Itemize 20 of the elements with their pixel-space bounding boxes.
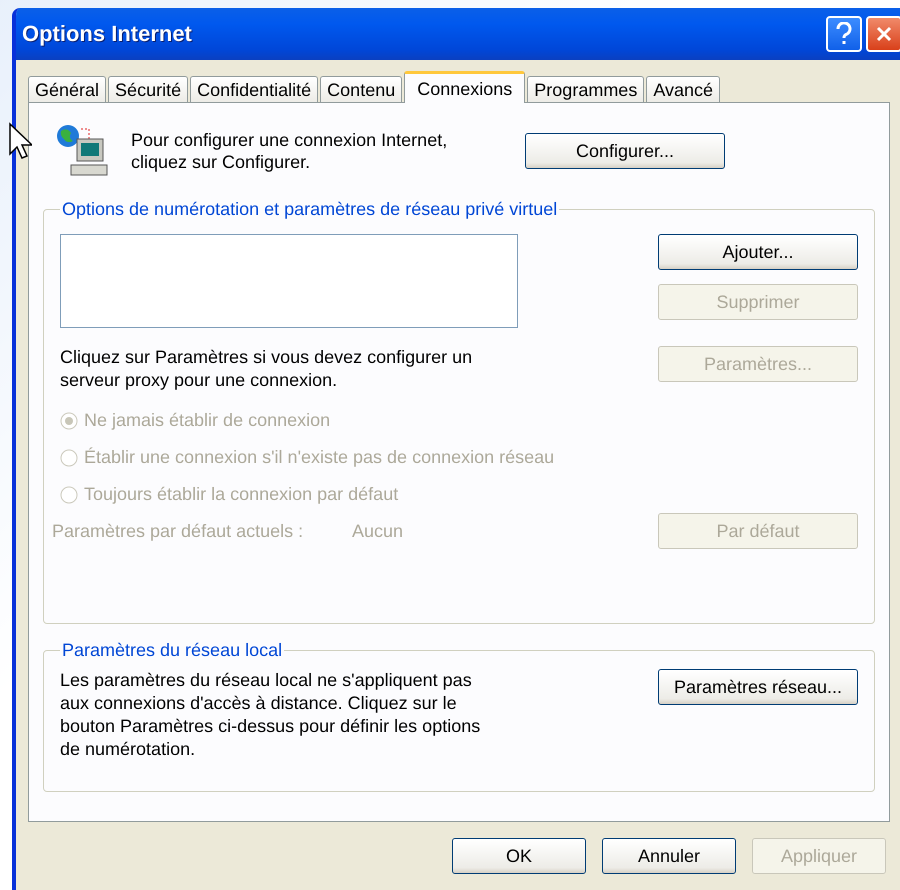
proxy-text: Cliquez sur Paramètres si vous devez configurer un serveur proxy pour une connexion.	[60, 346, 474, 392]
tab[interactable]: Connexions	[404, 71, 526, 103]
tab[interactable]: Sécurité	[108, 76, 188, 102]
lan-text: Les paramètres du réseau local ne s'appliquent pas aux connexions d'accès à distance. Cliquez sur le bouton Paramètres ci-dessus pour définir les options de numérotation.	[60, 669, 482, 761]
setup-text: Pour configurer une connexion Internet, cliquez sur Configurer.	[131, 129, 448, 173]
lan-settings-button[interactable]: Paramètres réseau...	[658, 669, 858, 705]
add-button[interactable]: Ajouter...	[658, 234, 858, 270]
group-title: Options de numérotation et paramètres de réseau privé virtuel	[61, 199, 558, 220]
tab[interactable]: Programmes	[527, 76, 644, 102]
tab[interactable]: Général	[28, 76, 106, 102]
default-label: Paramètres par défaut actuels :	[52, 520, 304, 542]
configure-button[interactable]: Configurer...	[525, 133, 725, 169]
ok-button[interactable]: OK	[452, 838, 586, 874]
tab[interactable]: Contenu	[320, 76, 402, 102]
cancel-button[interactable]: Annuler	[602, 838, 736, 874]
tab[interactable]: Confidentialité	[190, 76, 318, 102]
group-title: Paramètres du réseau local	[61, 640, 284, 661]
tab[interactable]: Avancé	[646, 76, 720, 102]
window-title: Options Internet	[22, 21, 193, 47]
default-value: Aucun	[352, 520, 404, 542]
